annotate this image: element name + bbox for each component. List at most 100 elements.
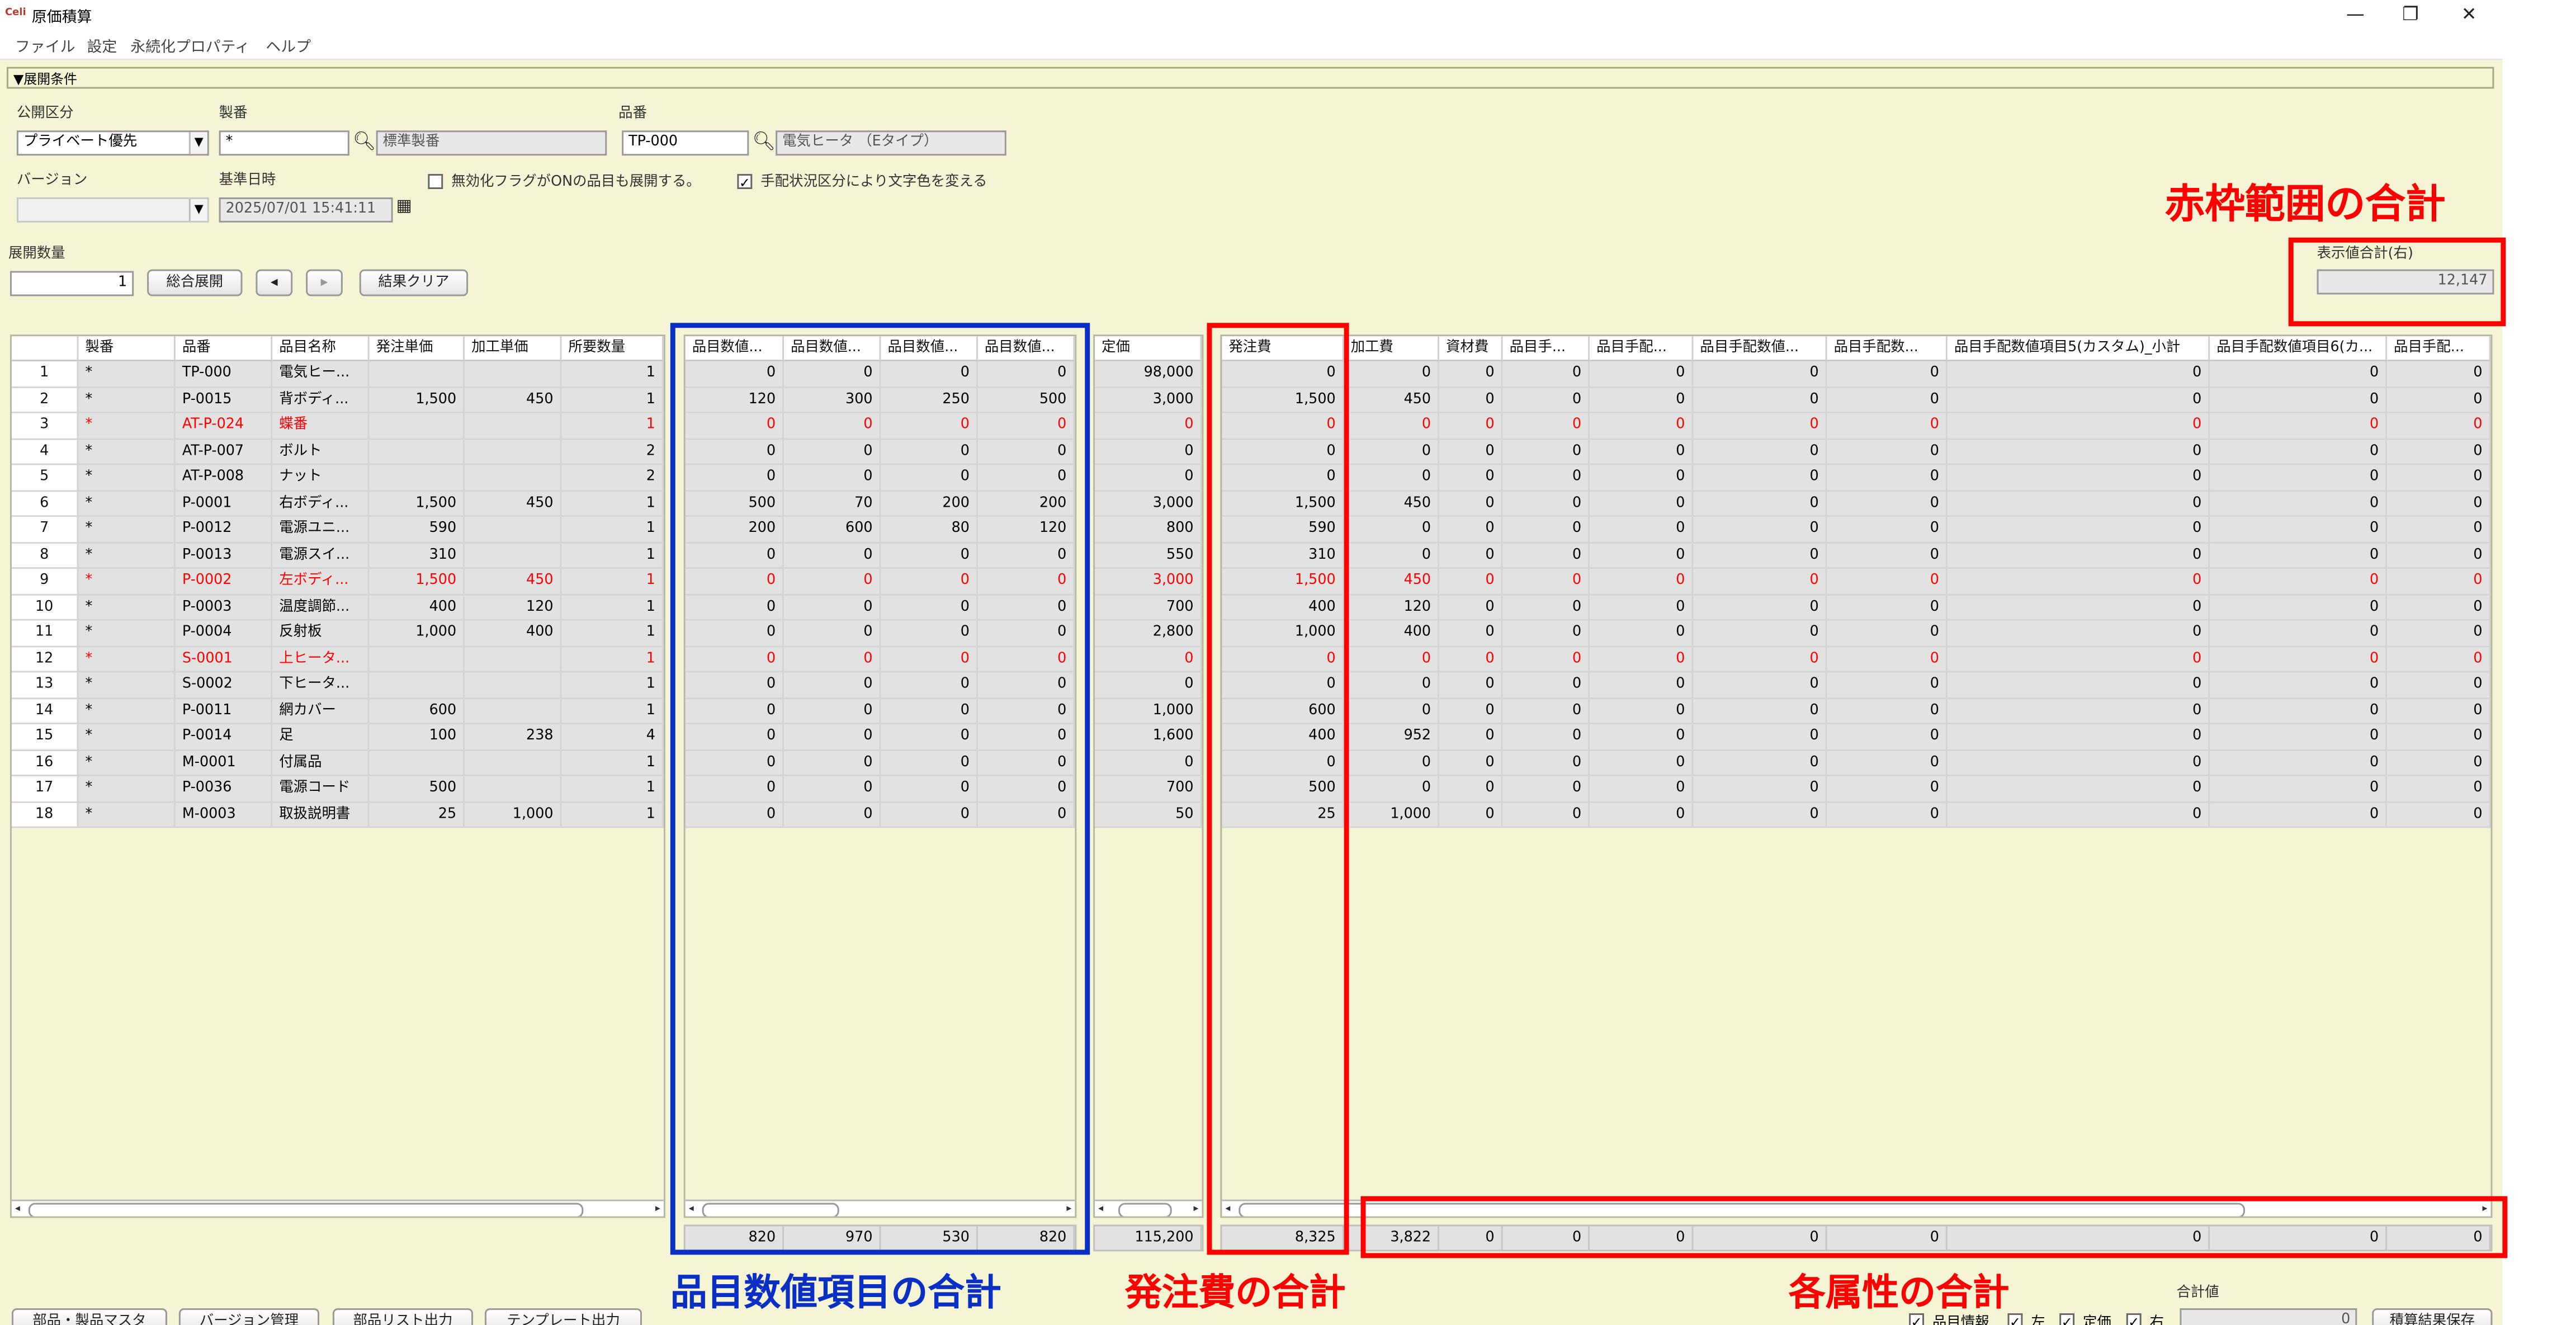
grid-left-header-1[interactable]: 製番: [78, 336, 176, 362]
grid-left-cell: *: [78, 491, 176, 517]
version-management-button[interactable]: バージョン管理: [178, 1308, 320, 1325]
grid-right-cell: 0: [1439, 724, 1503, 751]
grid-left-header-2[interactable]: 品番: [175, 336, 273, 362]
grid-left-header-6[interactable]: 所要数量: [561, 336, 664, 362]
grid-right-cell: 0: [1439, 569, 1503, 595]
grid-right-header-8[interactable]: 品目手配数値項目6(カ...: [2210, 336, 2388, 362]
grid-right-cell: 0: [2210, 724, 2388, 751]
right-checkbox[interactable]: ✓: [2126, 1313, 2142, 1325]
grid-right-cell: 0: [1344, 776, 1440, 803]
chevron-down-icon: ▼: [188, 199, 207, 221]
menu-persistent-properties[interactable]: 永続化プロパティ: [130, 35, 250, 57]
date-label: 基準日時: [219, 172, 276, 190]
invalid-flag-checkbox[interactable]: [428, 174, 443, 190]
prev-button[interactable]: ◂: [256, 269, 293, 296]
grid-right-cell: 1,000: [1344, 802, 1440, 828]
maximize-button[interactable]: ❐: [2385, 2, 2436, 27]
next-button[interactable]: ▸: [306, 269, 343, 296]
grid-price-header-0[interactable]: 定価: [1095, 336, 1202, 362]
grid-right-cell: 0: [1693, 439, 1827, 465]
grid-right-cell: 0: [1502, 595, 1590, 621]
menu-file[interactable]: ファイル: [15, 35, 75, 57]
grid-price-cell: 0: [1095, 647, 1202, 673]
grid-right-cell: 0: [1344, 750, 1440, 776]
grid-right-header-7[interactable]: 品目手配数値項目5(カスタム)_小計: [1947, 336, 2210, 362]
grid-left-scroll-thumb[interactable]: [28, 1203, 584, 1216]
grid-right-header-6[interactable]: 品目手配数...: [1827, 336, 1948, 362]
version-select[interactable]: ▼: [16, 197, 209, 223]
scroll-right-icon[interactable]: ▸: [655, 1201, 660, 1216]
grid-price-cell: 0: [1095, 672, 1202, 699]
grid-right-cell: 0: [1439, 361, 1503, 388]
calendar-icon[interactable]: ▦: [396, 197, 412, 216]
seiban-input[interactable]: *: [219, 130, 349, 156]
grid-right-cell: 0: [1827, 491, 1948, 517]
grid-right-cell: 120: [1344, 595, 1440, 621]
template-export-button[interactable]: テンプレート出力: [484, 1308, 642, 1325]
grid-price-cell: 3,000: [1095, 387, 1202, 413]
scroll-left-icon[interactable]: ◂: [1098, 1201, 1103, 1216]
grid-price-scroll-thumb[interactable]: [1118, 1203, 1172, 1216]
menu-help[interactable]: ヘルプ: [266, 35, 311, 57]
grid-left-cell: 背ボディ...: [272, 387, 370, 413]
grid-left-cell: 上ヒータ...: [272, 647, 370, 673]
grid-price-hscrollbar[interactable]: ◂ ▸: [1095, 1199, 1202, 1216]
row-number: 18: [11, 802, 79, 828]
grid-left-cell: *: [78, 802, 176, 828]
left-checkbox[interactable]: ✓: [2007, 1313, 2023, 1325]
expand-conditions-header[interactable]: ▼展開条件: [6, 67, 2494, 89]
grid-right-cell: 0: [1502, 517, 1590, 543]
scroll-right-icon[interactable]: ▸: [1194, 1201, 1199, 1216]
color-by-status-checkbox[interactable]: ✓: [737, 174, 753, 191]
grid-right-cell: 0: [1693, 595, 1827, 621]
grid-right-header-1[interactable]: 加工費: [1344, 336, 1440, 362]
grid-right-cell: 0: [1344, 672, 1440, 699]
grid-price-cell: 1,600: [1095, 724, 1202, 751]
grid-right-cell: 0: [1947, 413, 2210, 440]
clear-results-button[interactable]: 結果クリア: [359, 269, 469, 296]
grid-right-cell: 0: [1502, 620, 1590, 647]
grid-left-cell: P-0004: [175, 620, 273, 647]
grid-left-hscrollbar[interactable]: ◂ ▸: [11, 1199, 664, 1216]
grid-right-header-4[interactable]: 品目手配...: [1590, 336, 1694, 362]
grid-right-cell: 0: [1827, 750, 1948, 776]
grid-right-cell: 0: [2387, 620, 2491, 647]
scroll-left-icon[interactable]: ◂: [15, 1201, 20, 1216]
grid-right-cell: 0: [1439, 543, 1503, 569]
grid-right-header-5[interactable]: 品目手配数値...: [1693, 336, 1827, 362]
minimize-button[interactable]: —: [2331, 2, 2381, 27]
full-expand-button[interactable]: 総合展開: [147, 269, 243, 296]
grid-right[interactable]: 発注費 加工費 資材費 品目手... 品目手配... 品目手配数値... 品目手配数... 品…: [1220, 334, 2493, 1218]
grid-right-cell: 0: [1439, 750, 1503, 776]
grid-left-header-3[interactable]: 品目名称: [272, 336, 370, 362]
grid-left-cell: 電源スイ...: [272, 543, 370, 569]
grid-left-header-0[interactable]: [11, 336, 79, 362]
grid-left[interactable]: 製番 品番 品目名称 発注単価 加工単価 所要数量 1 * TP-000 電気ヒー... 1 2 * P-…: [10, 334, 665, 1218]
seiban-search-icon[interactable]: 🔍︎: [353, 130, 376, 152]
grid-left-cell: 25: [369, 802, 465, 828]
grid-right-cell: 0: [1344, 647, 1440, 673]
grid-left-cell: 1: [561, 776, 664, 803]
grid-right-cell: 0: [1827, 543, 1948, 569]
display-total-highlight-box: [2288, 237, 2506, 327]
grid-left-cell: [465, 750, 562, 776]
list-price-checkbox[interactable]: ✓: [2059, 1313, 2075, 1325]
hinban-search-icon[interactable]: 🔍︎: [752, 130, 776, 152]
parts-master-button[interactable]: 部品・製品マスタ: [11, 1308, 167, 1325]
publish-select[interactable]: プライベート優先 ▼: [16, 130, 209, 156]
grid-right-header-9[interactable]: 品目手配...: [2387, 336, 2491, 362]
grid-right-header-2[interactable]: 資材費: [1439, 336, 1503, 362]
expand-qty-input[interactable]: 1: [10, 271, 134, 296]
menu-settings[interactable]: 設定: [87, 35, 117, 57]
grid-price[interactable]: 定価 98,000 3,000 0 0 0 3,000 800 550 3,000 700 2,800…: [1093, 334, 1204, 1218]
grid-left-header-5[interactable]: 加工単価: [465, 336, 562, 362]
parts-list-export-button[interactable]: 部品リスト出力: [332, 1308, 474, 1325]
save-results-button[interactable]: 積算結果保存: [2372, 1308, 2493, 1325]
grid-right-cell: 450: [1344, 569, 1440, 595]
date-field[interactable]: 2025/07/01 15:41:11: [219, 197, 393, 223]
grid-right-header-3[interactable]: 品目手...: [1502, 336, 1590, 362]
grid-left-header-4[interactable]: 発注単価: [369, 336, 465, 362]
grid-right-cell: 0: [1947, 569, 2210, 595]
hinban-input[interactable]: TP-000: [622, 130, 749, 156]
close-button[interactable]: ✕: [2444, 2, 2494, 27]
